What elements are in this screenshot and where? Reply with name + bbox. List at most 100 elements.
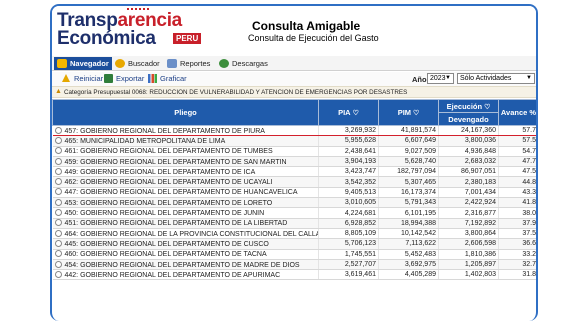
breadcrumb: ▲ Categoría Presupuestal 0068: REDUCCION… bbox=[52, 86, 536, 98]
cell-avance: 38.0 bbox=[498, 207, 536, 219]
cell-pia: 1,745,551 bbox=[318, 249, 379, 260]
table-row[interactable]: 464: GOBIERNO REGIONAL DE LA PROVINCIA C… bbox=[52, 228, 536, 240]
row-radio-button[interactable] bbox=[54, 198, 62, 206]
row-radio-button[interactable] bbox=[54, 126, 62, 134]
cell-devengado: 1,402,803 bbox=[438, 269, 499, 281]
row-radio-button[interactable] bbox=[54, 167, 62, 175]
cell-pia: 3,423,747 bbox=[318, 166, 379, 178]
info-icon[interactable]: ♡ bbox=[353, 110, 359, 117]
cell-pliego[interactable]: 462: GOBIERNO REGIONAL DEL DEPARTAMENTO … bbox=[52, 176, 319, 188]
table-row[interactable]: 453: GOBIERNO REGIONAL DEL DEPARTAMENTO … bbox=[52, 197, 536, 209]
breadcrumb-text: Categoría Presupuestal 0068: REDUCCION D… bbox=[64, 89, 408, 96]
browser-frame: Transparencia Económica PERU Consulta Am… bbox=[50, 4, 538, 321]
col-header-devengado: Devengado bbox=[438, 112, 499, 126]
cell-pliego[interactable]: 461: GOBIERNO REGIONAL DEL DEPARTAMENTO … bbox=[52, 146, 319, 157]
activity-select[interactable]: Sólo Actividades ▼ bbox=[457, 73, 535, 84]
row-radio-button[interactable] bbox=[54, 229, 62, 237]
page-title: Consulta Amigable bbox=[252, 19, 361, 33]
cell-avance: 37.9 bbox=[498, 218, 536, 229]
exportar-button[interactable]: Exportar bbox=[104, 74, 144, 84]
cell-pia: 3,542,352 bbox=[318, 176, 379, 188]
row-radio-button[interactable] bbox=[54, 239, 62, 247]
table-row[interactable]: 447: GOBIERNO REGIONAL DEL DEPARTAMENTO … bbox=[52, 187, 536, 199]
cell-avance: 54.7 bbox=[498, 146, 536, 157]
cell-pim: 3,692,975 bbox=[378, 259, 439, 271]
col-header-pia[interactable]: PIA ♡ bbox=[318, 99, 379, 126]
cell-pim: 5,628,740 bbox=[378, 156, 439, 168]
table-row[interactable]: 457: GOBIERNO REGIONAL DEL DEPARTAMENTO … bbox=[52, 124, 536, 137]
graficar-label: Graficar bbox=[160, 74, 187, 83]
logo-line-2: Económica bbox=[57, 28, 156, 49]
cell-pliego[interactable]: 454: GOBIERNO REGIONAL DEL DEPARTAMENTO … bbox=[52, 259, 319, 271]
cell-pliego[interactable]: 460: GOBIERNO REGIONAL DEL DEPARTAMENTO … bbox=[52, 249, 319, 260]
cell-pliego[interactable]: 449: GOBIERNO REGIONAL DEL DEPARTAMENTO … bbox=[52, 166, 319, 178]
row-radio-button[interactable] bbox=[54, 178, 62, 186]
pliego-text: 451: GOBIERNO REGIONAL DEL DEPARTAMENTO … bbox=[64, 220, 288, 228]
row-radio-button[interactable] bbox=[54, 260, 62, 268]
col-header-label: PIA bbox=[338, 108, 351, 117]
row-radio-button[interactable] bbox=[54, 250, 62, 258]
info-icon[interactable]: ♡ bbox=[484, 104, 490, 111]
table-row[interactable]: 445: GOBIERNO REGIONAL DEL DEPARTAMENTO … bbox=[52, 238, 536, 250]
table-row[interactable]: 465: MUNICIPALIDAD METROPOLITANA DE LIMA… bbox=[52, 135, 536, 147]
reiniciar-button[interactable]: Reiniciar bbox=[62, 74, 103, 84]
table-row[interactable]: 454: GOBIERNO REGIONAL DEL DEPARTAMENTO … bbox=[52, 259, 536, 271]
cell-pia: 8,805,109 bbox=[318, 228, 379, 240]
cell-pliego[interactable]: 459: GOBIERNO REGIONAL DEL DEPARTAMENTO … bbox=[52, 156, 319, 168]
cell-pim: 18,994,388 bbox=[378, 218, 439, 229]
pliego-text: 445: GOBIERNO REGIONAL DEL DEPARTAMENTO … bbox=[64, 240, 269, 248]
cell-pim: 10,142,542 bbox=[378, 228, 439, 240]
col-header-pim[interactable]: PIM ♡ bbox=[378, 99, 439, 126]
table-row[interactable]: 462: GOBIERNO REGIONAL DEL DEPARTAMENTO … bbox=[52, 176, 536, 188]
row-radio-button[interactable] bbox=[54, 157, 62, 165]
cell-pliego[interactable]: 445: GOBIERNO REGIONAL DEL DEPARTAMENTO … bbox=[52, 238, 319, 250]
tab-bar: Navegador Buscador Reportes Descargas bbox=[52, 56, 536, 71]
tab-buscador[interactable]: Buscador bbox=[112, 57, 163, 70]
tab-navegador[interactable]: Navegador bbox=[54, 57, 112, 70]
table-row[interactable]: 460: GOBIERNO REGIONAL DEL DEPARTAMENTO … bbox=[52, 249, 536, 260]
cell-devengado: 2,683,032 bbox=[438, 156, 499, 168]
table-row[interactable]: 442: GOBIERNO REGIONAL DEL DEPARTAMENTO … bbox=[52, 269, 536, 281]
pliego-text: 453: GOBIERNO REGIONAL DEL DEPARTAMENTO … bbox=[64, 199, 273, 207]
cell-pliego[interactable]: 451: GOBIERNO REGIONAL DEL DEPARTAMENTO … bbox=[52, 218, 319, 229]
table-row[interactable]: 450: GOBIERNO REGIONAL DEL DEPARTAMENTO … bbox=[52, 207, 536, 219]
table-row[interactable]: 461: GOBIERNO REGIONAL DEL DEPARTAMENTO … bbox=[52, 146, 536, 157]
cell-avance: 47.7 bbox=[498, 156, 536, 168]
cell-pim: 16,173,374 bbox=[378, 187, 439, 199]
row-radio-button[interactable] bbox=[54, 270, 62, 278]
table-row[interactable]: 459: GOBIERNO REGIONAL DEL DEPARTAMENTO … bbox=[52, 156, 536, 168]
cell-pliego[interactable]: 465: MUNICIPALIDAD METROPOLITANA DE LIMA bbox=[52, 135, 319, 147]
info-icon[interactable]: ♡ bbox=[413, 110, 419, 117]
cell-pia: 5,955,628 bbox=[318, 135, 379, 147]
row-radio-button[interactable] bbox=[54, 136, 62, 144]
pliego-text: 459: GOBIERNO REGIONAL DEL DEPARTAMENTO … bbox=[64, 158, 287, 166]
table-row[interactable]: 451: GOBIERNO REGIONAL DEL DEPARTAMENTO … bbox=[52, 218, 536, 229]
cell-pliego[interactable]: 450: GOBIERNO REGIONAL DEL DEPARTAMENTO … bbox=[52, 207, 319, 219]
cell-devengado: 2,316,877 bbox=[438, 207, 499, 219]
cell-pliego[interactable]: 442: GOBIERNO REGIONAL DEL DEPARTAMENTO … bbox=[52, 269, 319, 281]
cell-pliego[interactable]: 447: GOBIERNO REGIONAL DEL DEPARTAMENTO … bbox=[52, 187, 319, 199]
row-radio-button[interactable] bbox=[54, 188, 62, 196]
excel-icon bbox=[104, 74, 113, 83]
page-header: Transparencia Económica PERU Consulta Am… bbox=[52, 6, 536, 56]
tab-descargas[interactable]: Descargas bbox=[216, 57, 271, 70]
row-radio-button[interactable] bbox=[54, 147, 62, 155]
row-radio-button[interactable] bbox=[54, 219, 62, 227]
cell-pliego[interactable]: 457: GOBIERNO REGIONAL DEL DEPARTAMENTO … bbox=[52, 124, 319, 137]
cell-avance: 37.5 bbox=[498, 228, 536, 240]
cell-pia: 2,438,641 bbox=[318, 146, 379, 157]
row-radio-button[interactable] bbox=[54, 209, 62, 217]
graficar-button[interactable]: Graficar bbox=[148, 74, 187, 84]
cell-pim: 182,797,094 bbox=[378, 166, 439, 178]
cell-pliego[interactable]: 464: GOBIERNO REGIONAL DE LA PROVINCIA C… bbox=[52, 228, 319, 240]
cell-pliego[interactable]: 453: GOBIERNO REGIONAL DEL DEPARTAMENTO … bbox=[52, 197, 319, 209]
pliego-text: 457: GOBIERNO REGIONAL DEL DEPARTAMENTO … bbox=[64, 127, 265, 135]
year-select[interactable]: 2023 ▼ bbox=[427, 73, 454, 84]
cell-devengado: 24,167,360 bbox=[438, 124, 499, 137]
pliego-text: 461: GOBIERNO REGIONAL DEL DEPARTAMENTO … bbox=[64, 148, 273, 156]
col-header-ejecucion[interactable]: Ejecución ♡ bbox=[438, 99, 499, 113]
tab-label: Descargas bbox=[232, 59, 268, 68]
tab-reportes[interactable]: Reportes bbox=[164, 57, 213, 70]
pliego-text: 464: GOBIERNO REGIONAL DE LA PROVINCIA C… bbox=[64, 230, 319, 238]
table-row[interactable]: 449: GOBIERNO REGIONAL DEL DEPARTAMENTO … bbox=[52, 166, 536, 178]
